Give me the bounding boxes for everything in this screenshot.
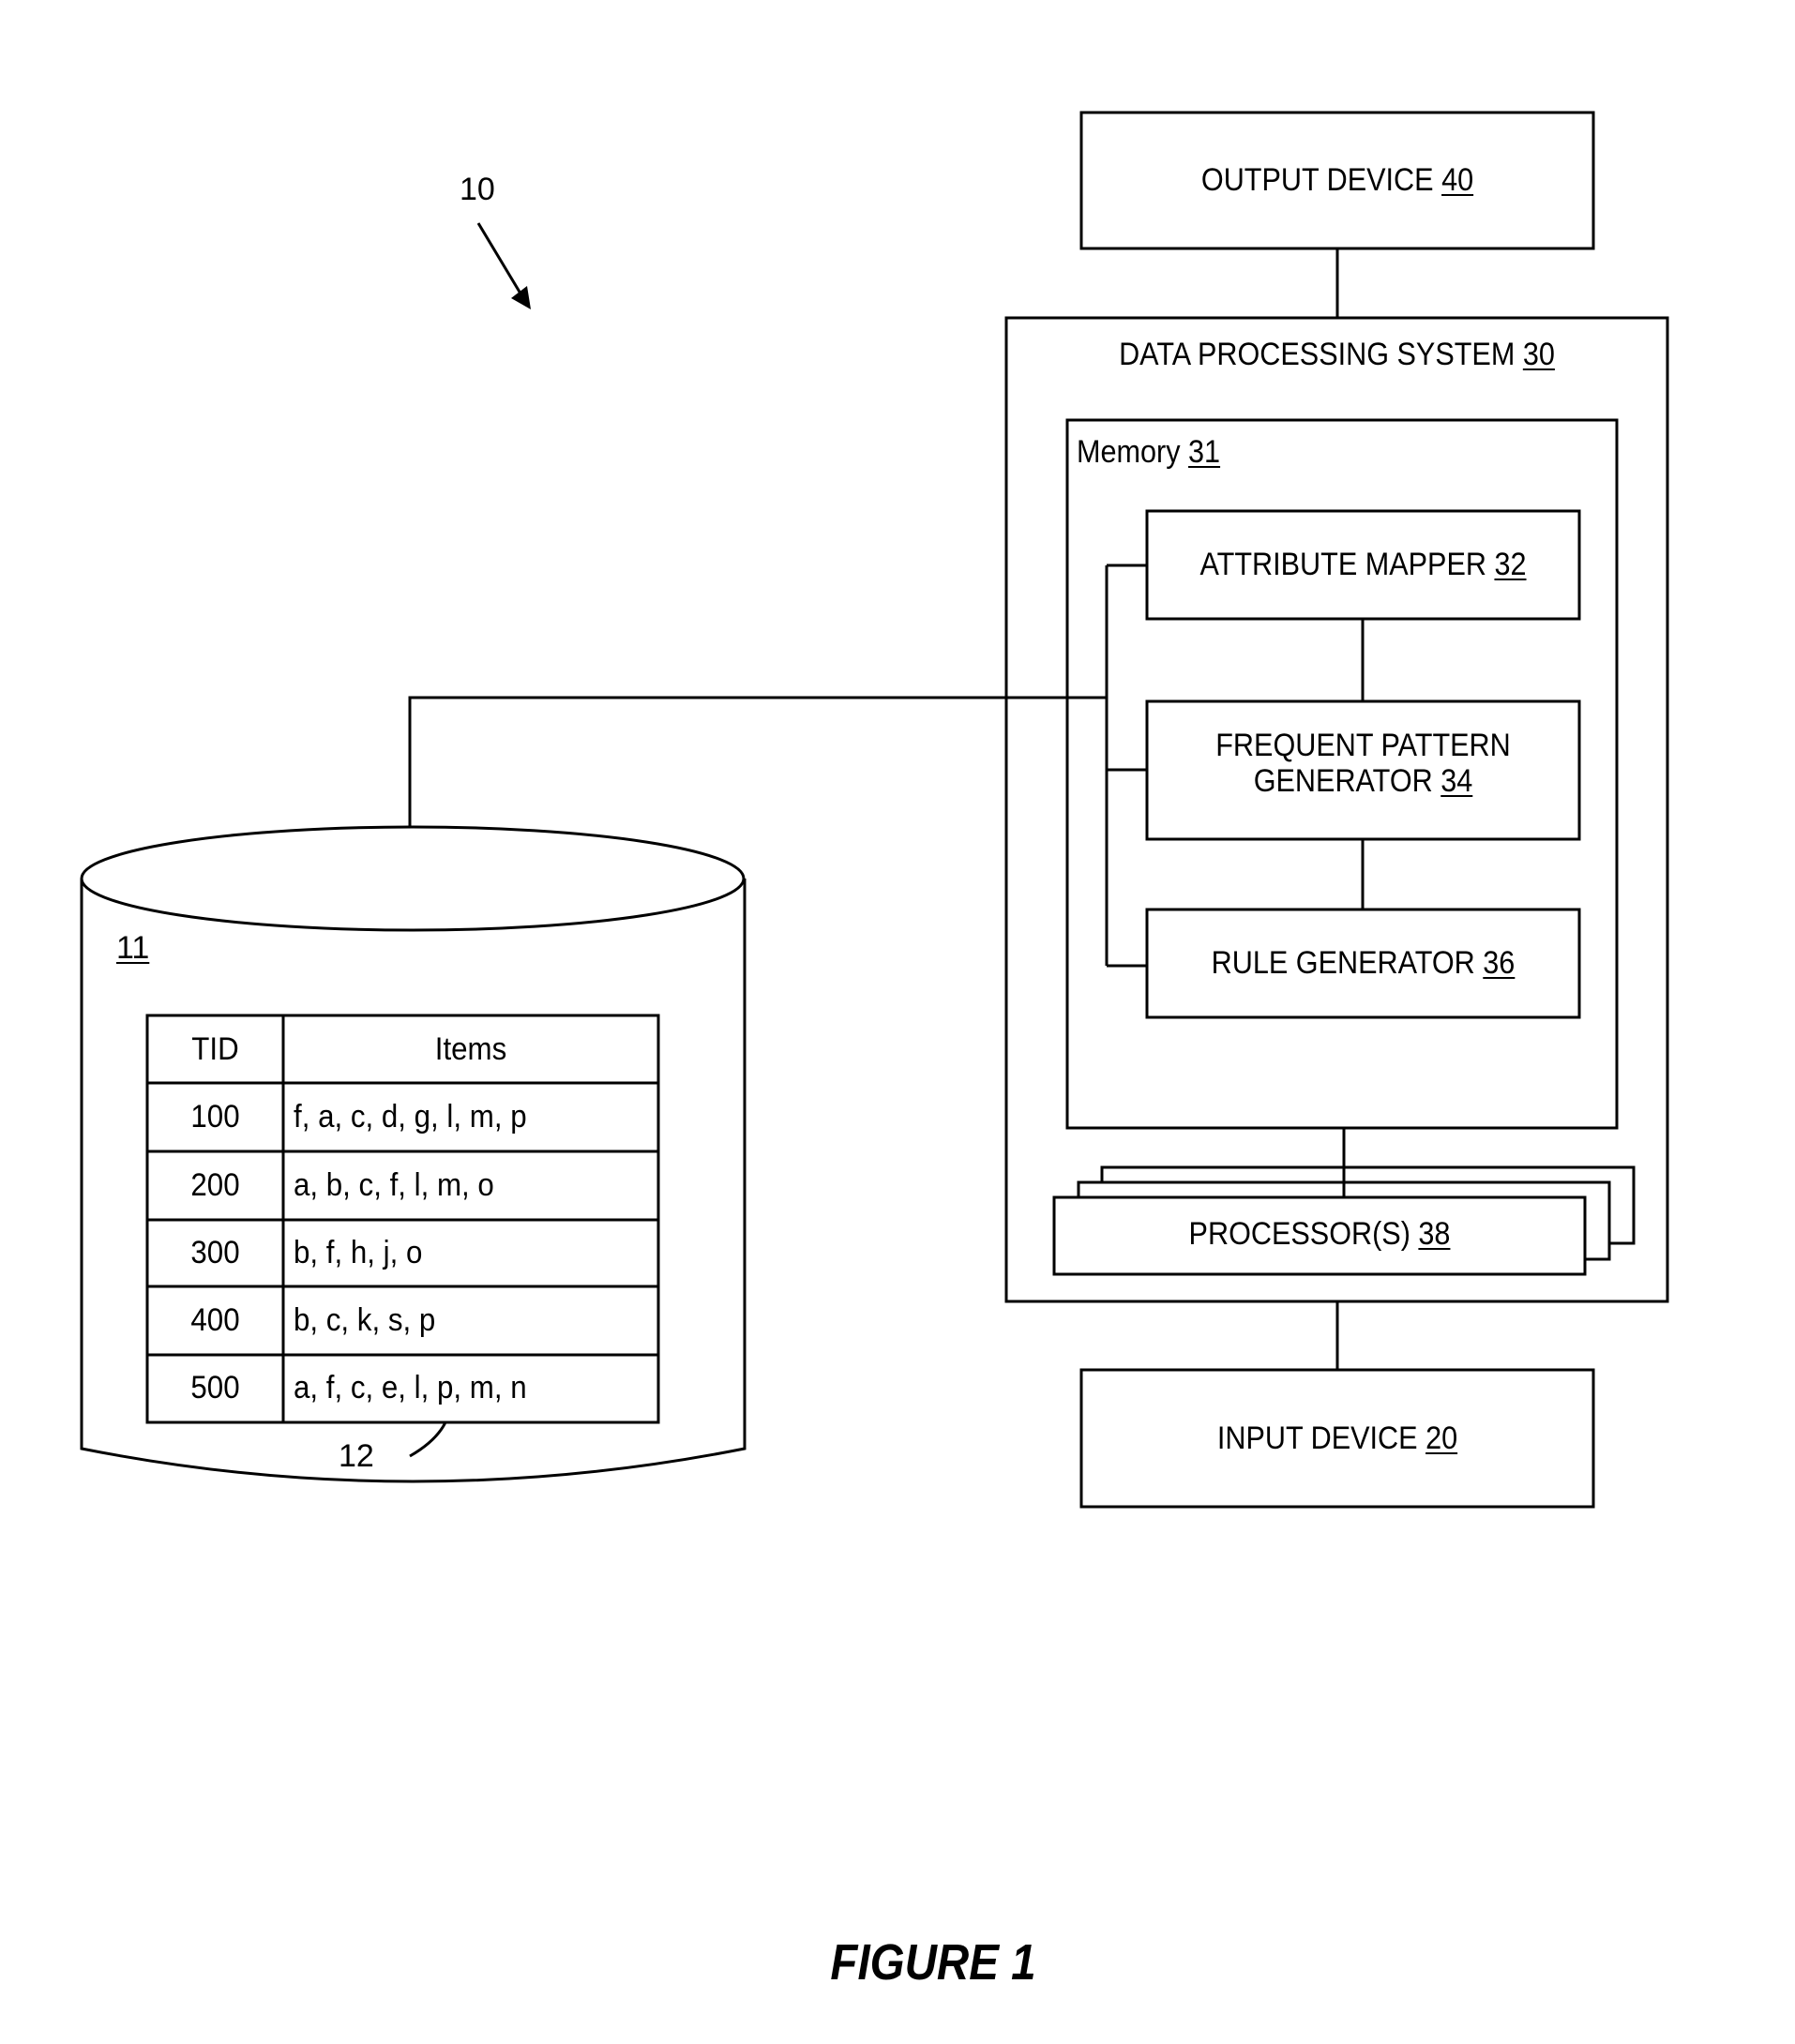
database-to-bus-connector <box>408 696 1107 827</box>
table-cell-tid: 500 <box>190 1370 240 1405</box>
memory-name: Memory <box>1077 434 1181 470</box>
table-cell-items: b, c, k, s, p <box>294 1302 436 1338</box>
database-cylinder-top <box>80 825 746 932</box>
memory-ref: 31 <box>1188 434 1221 470</box>
table-cell-items: f, a, c, d, g, l, m, p <box>294 1099 527 1135</box>
system-ref-label: 10 <box>460 172 495 207</box>
processors-label: PROCESSOR(S) 38 <box>1080 1216 1558 1252</box>
input-device-ref: 20 <box>1425 1420 1458 1456</box>
output-device-label: OUTPUT DEVICE 40 <box>1107 162 1567 198</box>
input-device-name: INPUT DEVICE <box>1216 1420 1418 1456</box>
table-cell-tid: 400 <box>190 1302 240 1338</box>
output-device-name: OUTPUT DEVICE <box>1200 162 1434 198</box>
table-ref-label: 12 <box>339 1438 374 1474</box>
system-ref-arrow-line <box>476 222 525 299</box>
table-cell-items: a, f, c, e, l, p, m, n <box>294 1370 527 1405</box>
table-cell-tid: 100 <box>190 1099 240 1135</box>
dps-name: DATA PROCESSING SYSTEM <box>1119 337 1516 372</box>
table-ref-leader-line <box>409 1421 447 1458</box>
rule-generator-label: RULE GENERATOR 36 <box>1169 945 1558 981</box>
table-cell-tid: 300 <box>190 1235 240 1270</box>
fpg-name-line2-text: GENERATOR <box>1253 763 1433 799</box>
frequent-pattern-generator-label: FREQUENT PATTERN GENERATOR 34 <box>1169 728 1558 799</box>
fpg-ref: 34 <box>1441 763 1473 799</box>
processors-name: PROCESSOR(S) <box>1188 1216 1410 1252</box>
database-ref-label: 11 <box>116 930 150 966</box>
table-cell-items: a, b, c, f, l, m, o <box>294 1167 494 1203</box>
attribute-mapper-label: ATTRIBUTE MAPPER 32 <box>1169 547 1558 582</box>
table-header-items: Items <box>434 1031 507 1067</box>
rule-generator-name: RULE GENERATOR <box>1211 945 1475 981</box>
table-cell-tid: 200 <box>190 1167 240 1203</box>
fpg-name-line1: FREQUENT PATTERN <box>1215 728 1511 763</box>
system-ref-arrowhead-icon <box>511 286 531 309</box>
attribute-mapper-name: ATTRIBUTE MAPPER <box>1199 547 1486 582</box>
fpg-name-line2: GENERATOR 34 <box>1169 763 1558 799</box>
table-cell-items: b, f, h, j, o <box>294 1235 423 1270</box>
rule-generator-ref: 36 <box>1483 945 1516 981</box>
figure-caption: FIGURE 1 <box>830 1934 1036 1991</box>
processors-ref: 38 <box>1418 1216 1451 1252</box>
attribute-mapper-ref: 32 <box>1494 547 1527 582</box>
input-device-label: INPUT DEVICE 20 <box>1107 1420 1567 1456</box>
table-header-tid: TID <box>191 1031 239 1067</box>
diagram-canvas <box>80 111 1669 1509</box>
memory-label: Memory 31 <box>1077 434 1220 470</box>
output-device-ref: 40 <box>1441 162 1474 198</box>
dps-ref: 30 <box>1522 337 1555 372</box>
data-processing-system-label: DATA PROCESSING SYSTEM 30 <box>1039 337 1635 372</box>
